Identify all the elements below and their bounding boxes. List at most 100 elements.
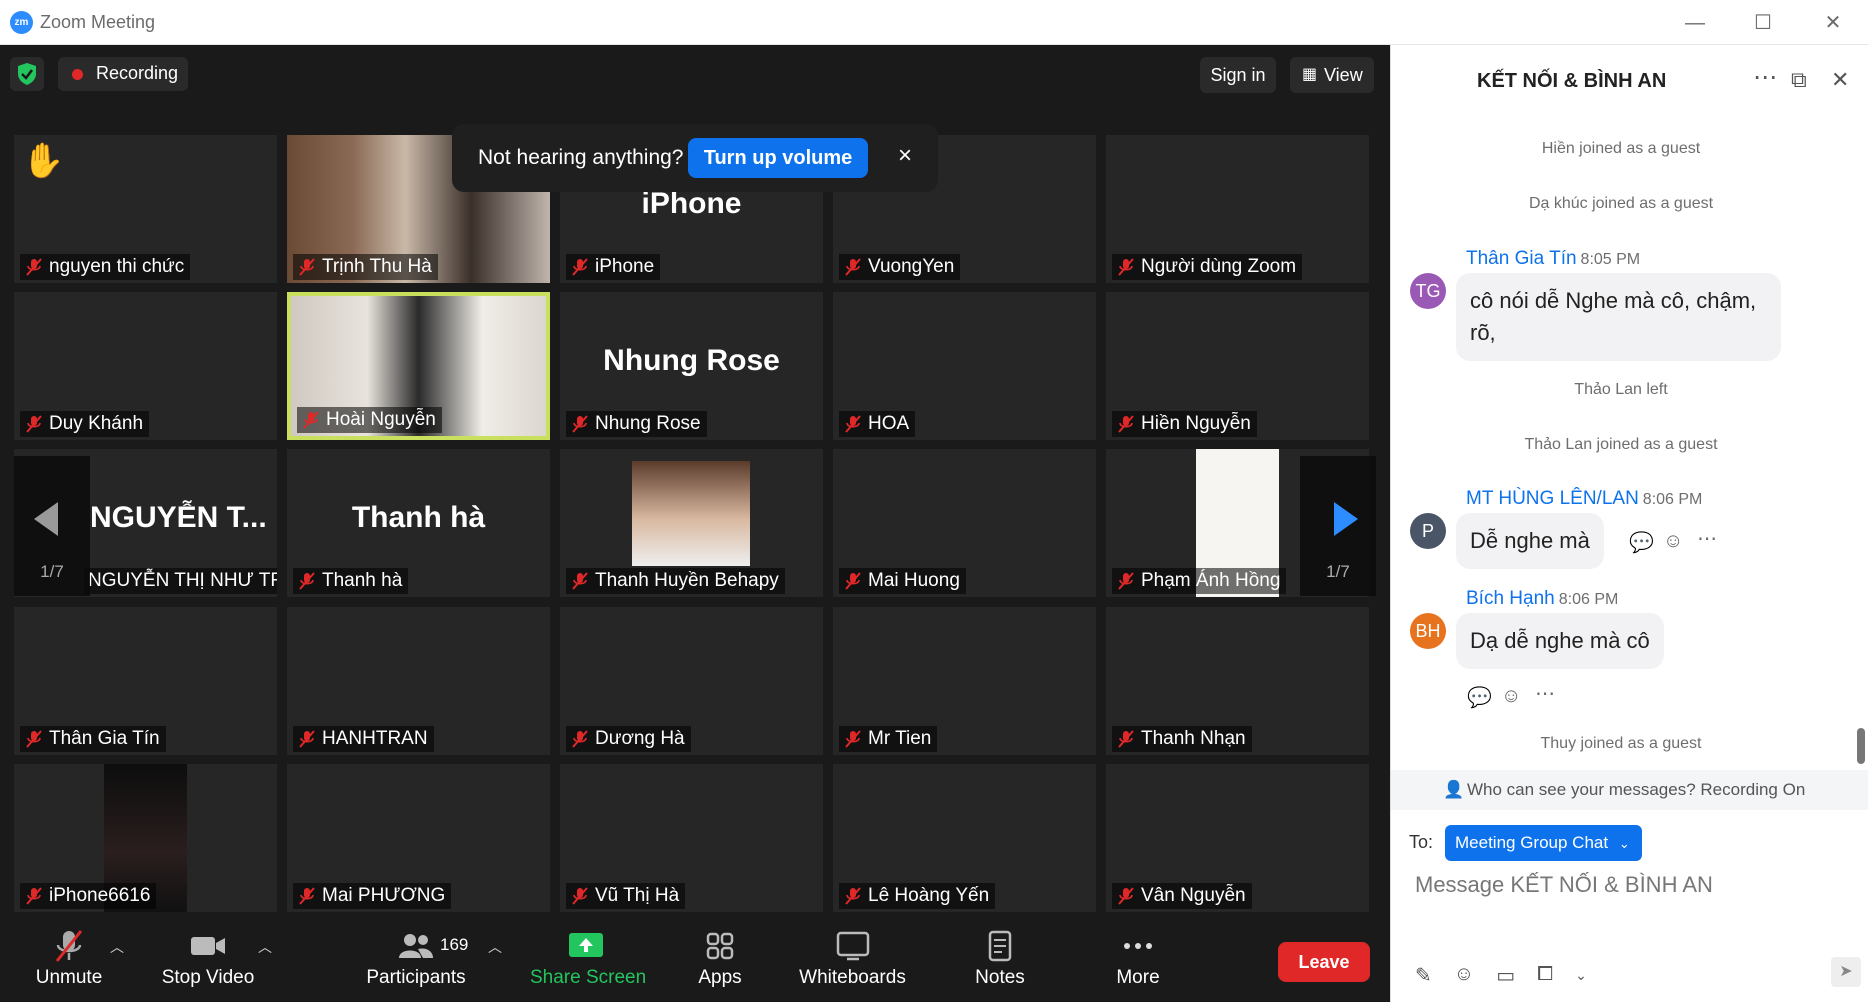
participant-tile[interactable]: Thân Gia Tín [14, 607, 277, 755]
muted-mic-icon [1116, 729, 1136, 749]
video-options-chevron-icon[interactable]: ︿ [258, 937, 272, 957]
to-label: To: [1409, 832, 1434, 852]
stop-video-button[interactable]: Stop Video [160, 913, 256, 1002]
more-options-icon[interactable]: ⋯ [1753, 63, 1777, 92]
sender-name: MT HÙNG LÊN/LAN [1466, 488, 1639, 509]
message-time: 8:06 PM [1642, 491, 1703, 508]
participant-tile[interactable]: Mai PHƯƠNG [287, 764, 550, 912]
notes-button[interactable]: Notes [960, 913, 1040, 1002]
share-screen-button[interactable]: Share Screen [530, 913, 646, 1002]
add-reaction-icon[interactable]: ☺ [1663, 530, 1683, 553]
whiteboards-button[interactable]: Whiteboards [795, 913, 910, 1002]
apps-button[interactable]: Apps [680, 913, 760, 1002]
participant-tile[interactable]: Dương Hà [560, 607, 823, 755]
emoji-icon[interactable]: ☺ [1454, 963, 1474, 988]
participant-name-label: VuongYen [839, 254, 961, 280]
participant-tile[interactable]: Mr Tien [833, 607, 1096, 755]
participant-tile[interactable]: Vân Nguyễn [1106, 764, 1369, 912]
message-input[interactable]: Message KẾT NỐI & BÌNH AN [1415, 867, 1845, 903]
muted-mic-icon [843, 886, 863, 906]
participant-tile[interactable]: Thanh Nhạn [1106, 607, 1369, 755]
muted-mic-icon [843, 257, 863, 277]
message-bubble[interactable]: cô nói dễ Nghe mà cô, chậm, rõ, [1456, 273, 1781, 361]
participant-tile[interactable]: Người dùng Zoom [1106, 135, 1369, 283]
participant-tile[interactable]: Vũ Thị Hà [560, 764, 823, 912]
reply-icon[interactable]: 💬 [1467, 685, 1492, 710]
participant-name-label: Hoài Nguyễn [297, 407, 442, 433]
participant-tile[interactable]: Hoài Nguyễn [287, 292, 550, 440]
page-indicator-right: 1/7 [1326, 562, 1350, 581]
recipient-dropdown[interactable]: Meeting Group Chat ⌄ [1445, 825, 1642, 861]
participants-chevron-icon[interactable]: ︿ [488, 937, 502, 957]
whiteboards-label: Whiteboards [799, 967, 906, 988]
muted-mic-icon [297, 257, 317, 277]
close-chat-icon[interactable]: ✕ [1831, 67, 1849, 93]
participant-name-label: Thân Gia Tín [20, 726, 166, 752]
participant-tile[interactable]: Duy Khánh [14, 292, 277, 440]
minimize-icon[interactable]: — [1680, 10, 1710, 36]
system-message: Thuy joined as a guest [1540, 735, 1702, 752]
reply-icon[interactable]: 💬 [1629, 530, 1654, 555]
privacy-notice[interactable]: 👤 Who can see your messages? Recording O… [1391, 770, 1868, 810]
chevron-down-icon[interactable]: ⌄ [1575, 963, 1587, 988]
message-more-icon[interactable]: ⋯ [1697, 526, 1717, 551]
recording-indicator[interactable]: Recording [58, 57, 188, 91]
file-icon[interactable]: ▭ [1496, 963, 1515, 988]
participant-tile[interactable]: Thanh hà Thanh hà [287, 449, 550, 597]
screenshot-icon[interactable]: ⧠ [1537, 963, 1553, 988]
participant-tile[interactable]: iPhone6616 [14, 764, 277, 912]
participant-name-label: Mr Tien [839, 726, 938, 752]
participant-name-label: Duy Khánh [20, 411, 150, 437]
muted-mic-icon [301, 410, 321, 430]
close-window-icon[interactable]: ✕ [1818, 10, 1848, 36]
participant-tile[interactable]: HOA [833, 292, 1096, 440]
participant-tile[interactable]: ✋ nguyen thi chức [14, 135, 277, 283]
message-bubble[interactable]: Dạ dễ nghe mà cô [1456, 613, 1664, 669]
message-bubble[interactable]: Dễ nghe mà [1456, 513, 1604, 569]
avatar[interactable]: P [1410, 513, 1446, 549]
message-sender[interactable]: Bích Hạnh 8:06 PM [1466, 588, 1618, 610]
chat-scrollbar[interactable] [1857, 728, 1865, 764]
participant-name-label: Người dùng Zoom [1112, 254, 1303, 280]
participant-tile[interactable]: Nhung Rose Nhung Rose [560, 292, 823, 440]
muted-mic-icon [843, 414, 863, 434]
add-reaction-icon[interactable]: ☺ [1501, 685, 1521, 708]
avatar[interactable]: TG [1410, 273, 1446, 309]
prev-page-button[interactable]: 1/7 [14, 456, 90, 596]
muted-mic-icon [297, 729, 317, 749]
participant-name-label: Trịnh Thu Hà [293, 254, 438, 280]
participant-name-label: Thanh Huyền Behapy [566, 568, 785, 594]
more-button[interactable]: More [1098, 913, 1178, 1002]
participants-button[interactable]: 169 Participants [366, 913, 468, 1002]
toast-close-icon[interactable]: × [898, 142, 912, 170]
next-page-button[interactable]: 1/7 [1300, 456, 1376, 596]
view-button[interactable]: ▦ View [1290, 57, 1374, 93]
message-sender[interactable]: Thân Gia Tín 8:05 PM [1466, 248, 1640, 270]
participant-tile[interactable]: Hiền Nguyễn [1106, 292, 1369, 440]
security-shield-icon[interactable] [10, 57, 44, 91]
sign-in-button[interactable]: Sign in [1200, 57, 1276, 93]
participants-icon: 169 [366, 929, 468, 963]
participant-name: Hiền Nguyễn [1141, 413, 1251, 434]
participant-name-label: Thanh hà [293, 568, 409, 594]
send-icon[interactable]: ➤ [1831, 957, 1861, 987]
message-sender[interactable]: MT HÙNG LÊN/LAN 8:06 PM [1466, 488, 1702, 510]
participant-tile[interactable]: Lê Hoàng Yến [833, 764, 1096, 912]
participant-tile[interactable]: HANHTRAN [287, 607, 550, 755]
maximize-icon[interactable]: ☐ [1748, 10, 1778, 36]
unmute-button[interactable]: Unmute [28, 913, 110, 1002]
format-text-icon[interactable]: ✎ [1415, 963, 1432, 988]
whiteboard-icon [836, 931, 869, 961]
window-title: Zoom Meeting [40, 12, 156, 32]
message-more-icon[interactable]: ⋯ [1535, 681, 1555, 706]
recording-label: Recording [96, 63, 179, 83]
participant-name: Dương Hà [595, 728, 685, 749]
participant-tile[interactable]: Thanh Huyền Behapy [560, 449, 823, 597]
chat-title: KẾT NỐI & BÌNH AN [1477, 70, 1667, 92]
audio-options-chevron-icon[interactable]: ︿ [110, 937, 124, 957]
avatar[interactable]: BH [1410, 613, 1446, 649]
pop-out-icon[interactable]: ⧉ [1791, 67, 1807, 93]
leave-button[interactable]: Leave [1278, 942, 1370, 982]
participant-tile[interactable]: Mai Huong [833, 449, 1096, 597]
turn-up-volume-button[interactable]: Turn up volume [688, 138, 868, 178]
